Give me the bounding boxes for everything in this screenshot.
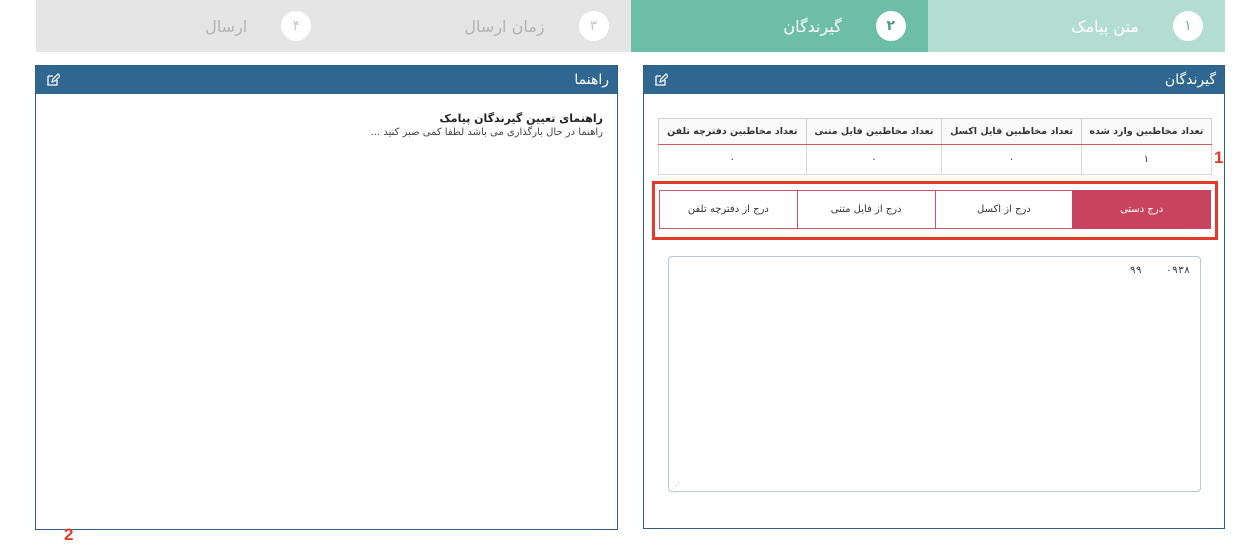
step-message-text[interactable]: ۱ متن پیامک <box>927 0 1225 52</box>
count-value: ۰ <box>805 144 943 175</box>
annotation-marker-1: 1 <box>1214 148 1224 167</box>
insert-method-tabs: درج دستی درج از اکسل درج از فایل متنی در… <box>659 190 1211 229</box>
step-send-time[interactable]: ۳ زمان ارسال <box>333 0 631 52</box>
guide-panel: راهنما راهنمای تعیین گیرندگان پیامک راهن… <box>35 65 618 530</box>
step-number: ۴ <box>281 11 312 41</box>
annotation-marker-2: 2 <box>64 525 74 544</box>
tab-manual-insert[interactable]: درج دستی <box>1072 190 1211 229</box>
step-label: متن پیامک <box>1071 16 1139 36</box>
guide-text: راهنما در حال بارگذاری می باشد لطفا کمی … <box>370 127 603 138</box>
recipients-panel-header: گیرندگان <box>644 66 1224 94</box>
tab-excel-insert[interactable]: درج از اکسل <box>934 190 1073 229</box>
step-label: گیرندگان <box>783 16 842 36</box>
resize-grip-icon[interactable]: ⋰ <box>672 481 680 490</box>
count-header: تعداد مخاطبین فایل متنی <box>805 118 943 145</box>
count-value: ۱ <box>1080 144 1213 175</box>
guide-panel-header: راهنما <box>36 66 617 94</box>
edit-icon[interactable] <box>46 73 61 87</box>
wizard-stepper: ۱ متن پیامک ۲ گیرندگان ۳ زمان ارسال ۴ ار… <box>36 0 1225 52</box>
count-value: ۰ <box>941 144 1082 175</box>
guide-panel-title: راهنما <box>574 72 609 88</box>
step-label: زمان ارسال <box>464 16 545 36</box>
step-send[interactable]: ۴ ارسال <box>36 0 334 52</box>
insert-tabs-highlight: درج دستی درج از اکسل درج از فایل متنی در… <box>652 181 1218 240</box>
count-header: تعداد مخاطبین فایل اکسل <box>941 118 1082 145</box>
recipients-panel-title: گیرندگان <box>1164 72 1216 88</box>
tab-phonebook-insert[interactable]: درج از دفترچه تلفن <box>659 190 797 229</box>
phone-numbers-input[interactable] <box>668 256 1201 492</box>
step-number: ۳ <box>578 11 609 41</box>
edit-icon[interactable] <box>654 73 669 87</box>
step-number: ۲ <box>875 11 906 41</box>
guide-content: راهنمای تعیین گیرندگان پیامک راهنما در ح… <box>371 112 603 138</box>
count-header: تعداد مخاطبین وارد شده <box>1080 118 1213 145</box>
recipient-counts-table: تعداد مخاطبین وارد شده تعداد مخاطبین فای… <box>658 118 1213 175</box>
count-header: تعداد مخاطبین دفترچه تلفن <box>658 118 807 145</box>
step-recipients[interactable]: ۲ گیرندگان <box>630 0 928 52</box>
count-value: ۰ <box>658 144 807 175</box>
step-number: ۱ <box>1173 11 1203 41</box>
recipients-panel: گیرندگان تعداد مخاطبین وارد شده تعداد مخ… <box>643 65 1225 529</box>
guide-heading: راهنمای تعیین گیرندگان پیامک <box>439 112 603 125</box>
step-label: ارسال <box>205 16 248 36</box>
tab-textfile-insert[interactable]: درج از فایل متنی <box>796 190 935 229</box>
